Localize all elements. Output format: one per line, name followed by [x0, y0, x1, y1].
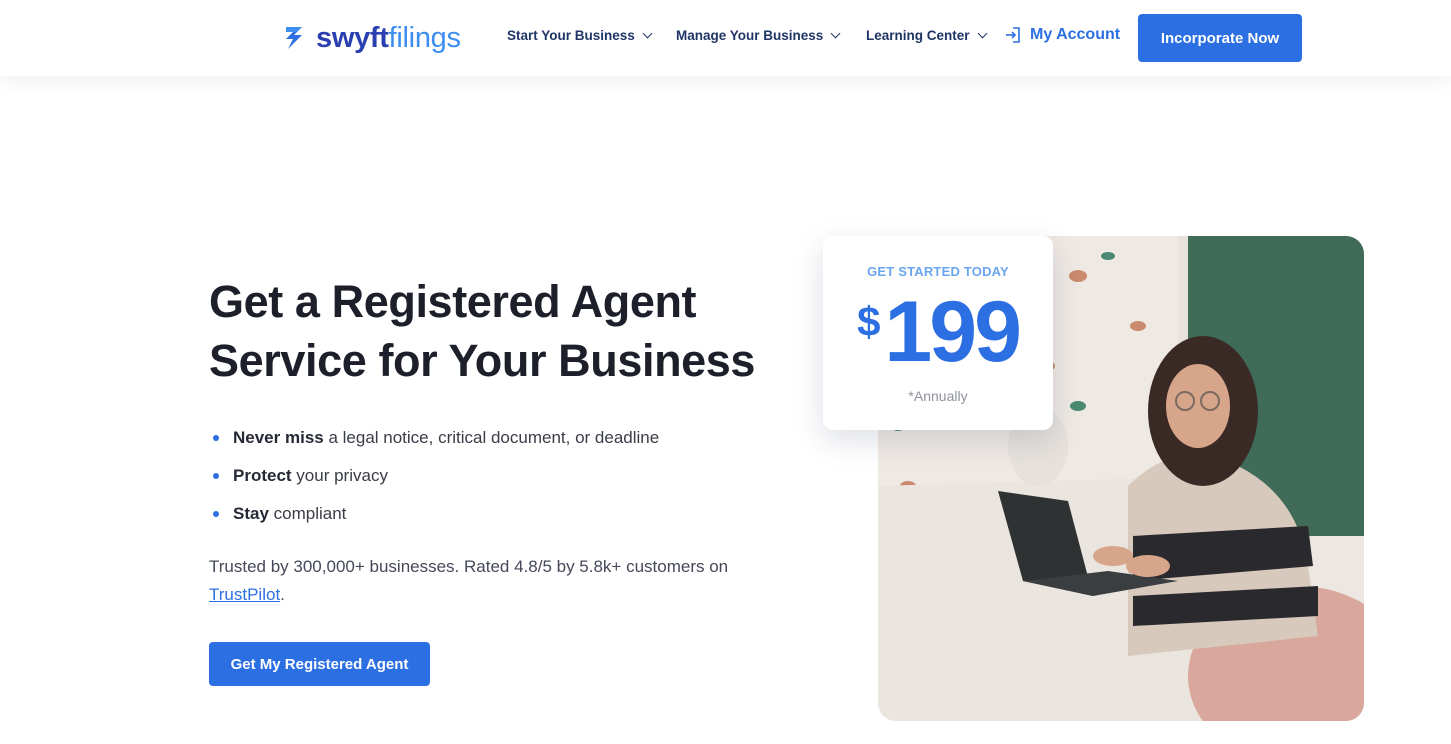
nav-label: Learning Center — [866, 28, 970, 43]
nav-start-your-business[interactable]: Start Your Business — [507, 28, 653, 43]
bullet-bold: Stay — [233, 504, 269, 523]
trustpilot-link[interactable]: TrustPilot — [209, 585, 280, 604]
nav-learning-center[interactable]: Learning Center — [866, 28, 987, 43]
trust-end: . — [280, 585, 285, 604]
list-item: Protect your privacy — [213, 463, 659, 501]
bullet-text: compliant — [268, 504, 347, 523]
my-account-link[interactable]: My Account — [1004, 26, 1120, 44]
sign-in-icon — [1006, 27, 1020, 43]
chevron-down-icon — [642, 28, 653, 39]
bullet-text: your privacy — [291, 466, 388, 485]
chevron-down-icon — [977, 28, 987, 39]
bullet-bold: Never miss — [233, 428, 324, 447]
get-my-registered-agent-button[interactable]: Get My Registered Agent — [209, 642, 430, 686]
chevron-down-icon — [830, 28, 841, 39]
site-header: swyftfilings Start Your Business Manage … — [0, 0, 1451, 76]
price: $ 199 — [823, 286, 1053, 378]
nav-manage-your-business[interactable]: Manage Your Business — [676, 28, 841, 43]
trust-statement: Trusted by 300,000+ businesses. Rated 4.… — [209, 553, 769, 609]
list-item: Never miss a legal notice, critical docu… — [213, 425, 659, 463]
benefits-list: Never miss a legal notice, critical docu… — [213, 425, 659, 539]
logo-text: swyftfilings — [316, 21, 461, 54]
bullet-bold: Protect — [233, 466, 292, 485]
my-account-label: My Account — [1030, 26, 1121, 43]
price-currency: $ — [857, 298, 881, 345]
logo-mark-icon — [286, 27, 302, 49]
price-card: GET STARTED TODAY $ 199 *Annually — [823, 236, 1053, 430]
price-label: GET STARTED TODAY — [867, 264, 1009, 279]
nav-label: Start Your Business — [507, 28, 635, 43]
price-amount: 199 — [884, 284, 1021, 380]
hero-title: Get a Registered Agent Service for Your … — [209, 276, 756, 386]
bullet-text: a legal notice, critical document, or de… — [323, 428, 660, 447]
trust-text: Trusted by 300,000+ businesses. Rated 4.… — [209, 557, 729, 576]
nav-label: Manage Your Business — [676, 28, 824, 43]
incorporate-now-button[interactable]: Incorporate Now — [1138, 14, 1302, 62]
price-note: *Annually — [908, 388, 968, 404]
list-item: Stay compliant — [213, 501, 659, 539]
swyftfilings-logo[interactable]: swyftfilings — [284, 20, 461, 56]
